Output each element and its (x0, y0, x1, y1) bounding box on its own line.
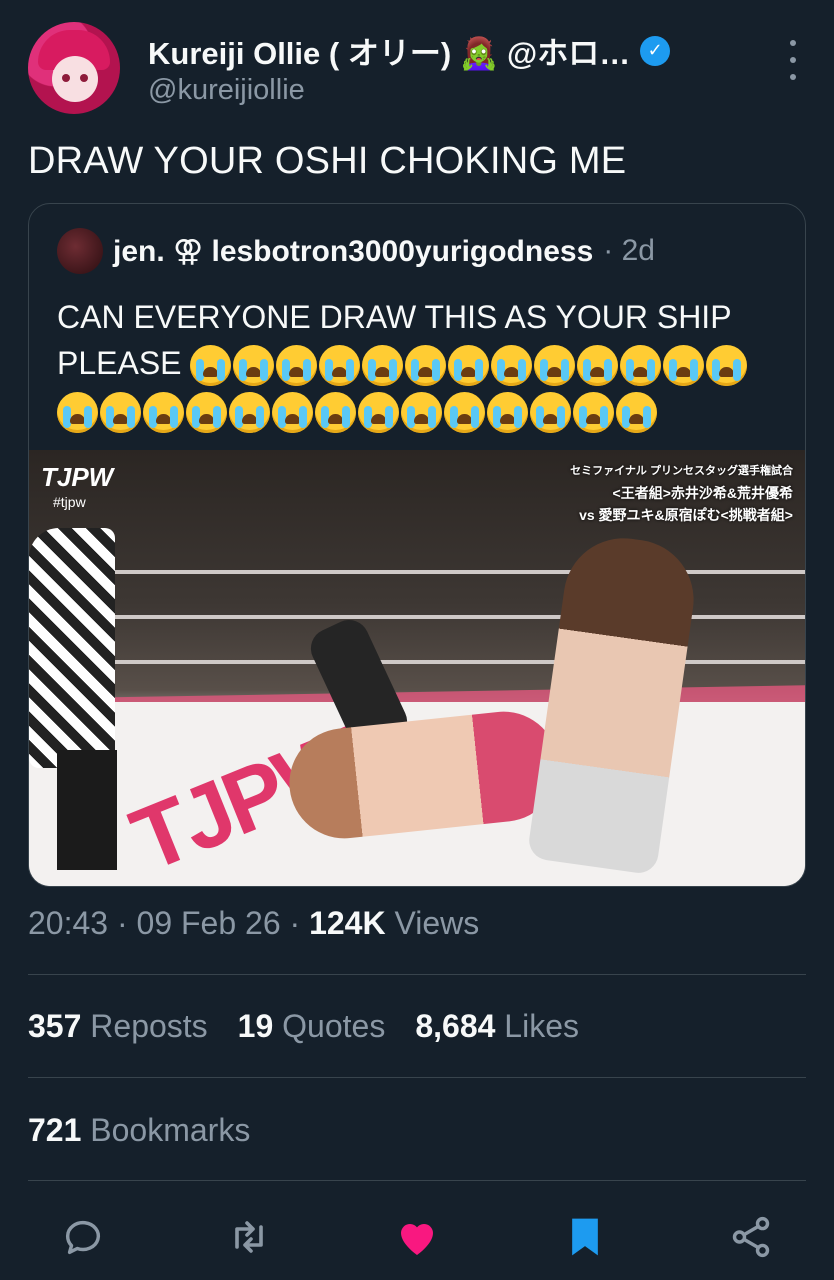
crying-face-emoji-icon (190, 345, 232, 387)
crying-face-emoji-icon (530, 392, 571, 434)
share-icon[interactable] (726, 1212, 776, 1262)
like-icon[interactable] (392, 1212, 442, 1262)
crying-face-emoji-icon (229, 392, 270, 434)
tweet-actions (58, 1212, 778, 1262)
crying-face-emoji-icon (616, 392, 657, 434)
quoted-tweet-text: CAN EVERYONE DRAW THIS AS YOUR SHIP PLEA… (57, 294, 787, 434)
quoted-tweet[interactable]: jen. ⚢ lesbotron3000yurigodness · 2d CAN… (28, 203, 806, 887)
quoted-tweet-age: · 2d (603, 234, 655, 267)
crying-face-emoji-icon (663, 345, 705, 387)
divider (28, 1180, 806, 1181)
crying-face-emoji-icon (100, 392, 141, 434)
likes-stat[interactable]: 8,684 Likes (415, 1008, 579, 1045)
crying-face-emoji-icon (534, 345, 576, 387)
tweet-meta: 20:43 · 09 Feb 26 · 124K Views (28, 905, 480, 941)
reply-icon[interactable] (58, 1212, 108, 1262)
bookmarks-stat[interactable]: 721 Bookmarks (28, 1112, 250, 1149)
crying-face-emoji-icon (491, 345, 533, 387)
caption-line: vs 愛野ユキ&原宿ぽむ<挑戦者組> (579, 507, 793, 523)
author-name-row[interactable]: Kureiji Ollie ( オリー) 🧟‍♀️ @ホロ… ✓ (148, 28, 671, 73)
quotes-stat[interactable]: 19 Quotes (238, 1008, 386, 1045)
crying-face-emoji-icon (276, 345, 318, 387)
broadcast-caption: セミファイナル プリンセスタッグ選手権試合 <王者組>赤井沙希&荒井優希 vs … (570, 460, 793, 526)
repost-icon[interactable] (224, 1212, 274, 1262)
crying-emoji-row (190, 345, 748, 387)
caption-line: <王者組>赤井沙希&荒井優希 (612, 485, 793, 501)
crying-face-emoji-icon (448, 345, 490, 387)
crying-face-emoji-icon (315, 392, 356, 434)
tweet-time[interactable]: 20:43 (28, 905, 108, 941)
divider (28, 1077, 806, 1078)
crying-face-emoji-icon (706, 345, 748, 387)
crying-face-emoji-icon (143, 392, 184, 434)
tweet-date[interactable]: 09 Feb 26 (137, 905, 281, 941)
quoted-author-avatar (57, 228, 103, 274)
bookmark-icon[interactable] (560, 1212, 610, 1262)
broadcast-logo: TJPW (41, 462, 114, 492)
engagement-stats: 357 Reposts 19 Quotes 8,684 Likes (28, 1008, 579, 1045)
author-handle[interactable]: @kureijiollie (148, 74, 305, 107)
caption-line: セミファイナル プリンセスタッグ選手権試合 (570, 465, 793, 477)
crying-face-emoji-icon (401, 392, 442, 434)
reposts-stat[interactable]: 357 Reposts (28, 1008, 208, 1045)
quoted-media-image[interactable]: TJPW TJPW #tjpw セミファイナル プリンセスタッグ選手権試合 <王… (29, 450, 805, 886)
crying-face-emoji-icon (487, 392, 528, 434)
crying-face-emoji-icon (444, 392, 485, 434)
author-display-name[interactable]: Kureiji Ollie ( オリー) 🧟‍♀️ @ホロ… (148, 28, 630, 73)
crying-face-emoji-icon (57, 392, 98, 434)
crying-face-emoji-icon (233, 345, 275, 387)
quoted-tweet-header: jen. ⚢ lesbotron3000yurigodness · 2d (57, 228, 655, 274)
tweet-text: DRAW YOUR OSHI CHOKING ME (28, 140, 627, 182)
crying-face-emoji-icon (358, 392, 399, 434)
broadcast-hashtag: #tjpw (53, 494, 86, 510)
divider (28, 974, 806, 975)
crying-face-emoji-icon (405, 345, 447, 387)
crying-face-emoji-icon (186, 392, 227, 434)
crying-face-emoji-icon (620, 345, 662, 387)
views-count[interactable]: 124K (309, 905, 386, 941)
crying-emoji-row (57, 392, 657, 434)
crying-face-emoji-icon (573, 392, 614, 434)
author-avatar[interactable] (28, 22, 120, 114)
more-options-icon[interactable] (786, 40, 800, 80)
views-label: Views (394, 905, 480, 941)
crying-face-emoji-icon (272, 392, 313, 434)
referee-figure (29, 528, 115, 768)
crying-face-emoji-icon (577, 345, 619, 387)
verified-badge-icon: ✓ (640, 35, 671, 66)
tweet-header: Kureiji Ollie ( オリー) 🧟‍♀️ @ホロ… ✓ @kureij… (28, 22, 818, 118)
crying-face-emoji-icon (319, 345, 361, 387)
quoted-author-name: jen. ⚢ lesbotron3000yurigodness (113, 234, 594, 268)
crying-face-emoji-icon (362, 345, 404, 387)
